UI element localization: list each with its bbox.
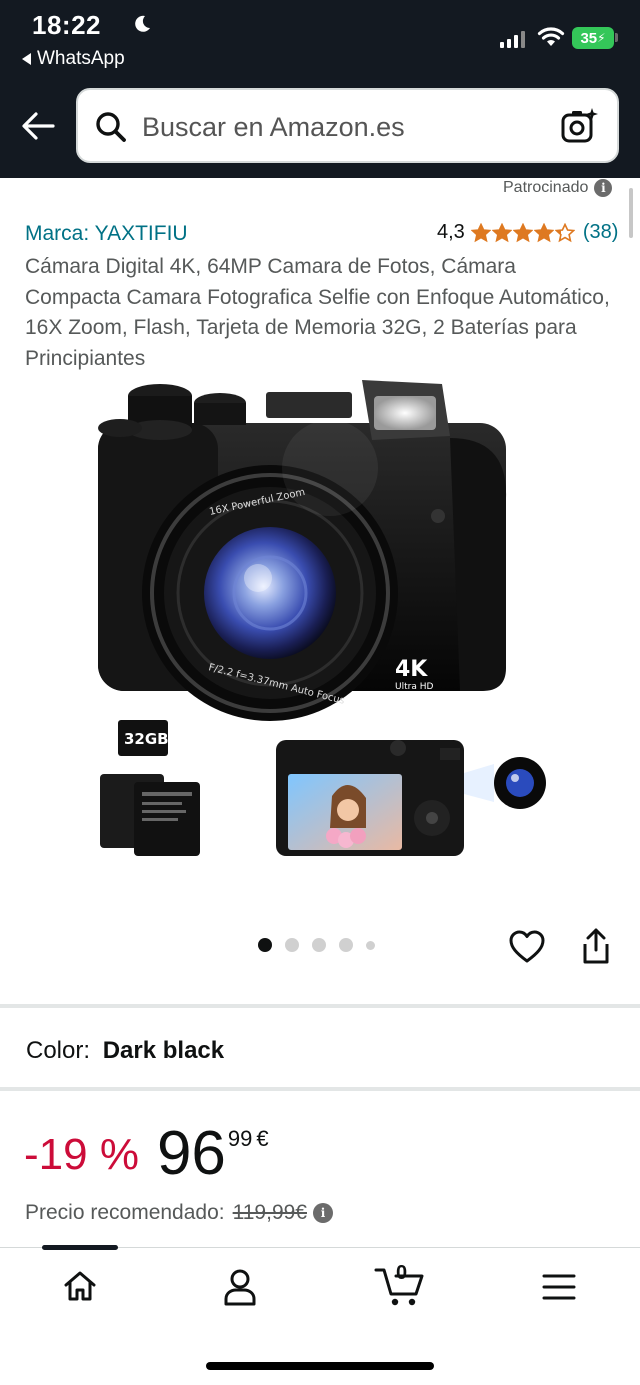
price-block: -19 % 96 99 € [24,1118,269,1189]
cellular-signal-icon [500,30,525,48]
carousel-dot[interactable] [258,938,272,952]
brand-link[interactable]: Marca: YAXTIFIU [25,222,188,246]
info-icon[interactable]: i [594,179,613,197]
back-app-label: WhatsApp [37,48,125,69]
color-selection[interactable]: Color: Dark black [26,1037,224,1065]
rrp-value: 119,99€ [232,1201,307,1224]
share-icon[interactable] [578,926,614,966]
star-icon [512,222,533,242]
moon-icon [135,15,150,32]
rating-summary[interactable]: 4,3 (38) [437,221,618,244]
star-icon [533,222,554,242]
discount-percent: -19 % [24,1130,139,1179]
account-icon[interactable] [222,1268,258,1306]
carousel-dot[interactable] [285,938,299,952]
star-icon [491,222,512,242]
nav-active-indicator [42,1245,118,1250]
badge-4k-text: 4K [395,657,428,682]
cart-count: 0 [396,1262,408,1284]
carousel-dot[interactable] [366,940,375,950]
home-icon[interactable] [62,1268,98,1304]
scrollbar [629,188,633,238]
section-divider [0,1004,640,1008]
wifi-icon [537,27,565,46]
camera-front: 16X Powerful Zoom F/2.2 f=3.37mm Auto Fo… [98,380,507,721]
carousel-dot[interactable] [312,938,326,952]
home-indicator [206,1362,434,1370]
sponsored-label[interactable]: Patrocinado i [503,179,613,197]
info-icon[interactable]: i [312,1203,333,1223]
price-currency: € [256,1126,269,1151]
search-input[interactable]: Buscar en Amazon.es [142,112,405,143]
sd-card: 32GB [118,720,169,756]
price-fraction: 99 [227,1126,253,1151]
top-header: 18:22 WhatsApp 35 ⚡ Buscar en Amazon.es [0,0,640,178]
star-icon [554,222,575,242]
carousel-dot[interactable] [339,938,353,952]
recommended-price: Precio recomendado: 119,99€ i [25,1201,333,1225]
rrp-label: Precio recomendado: [25,1201,225,1224]
star-icon [470,222,491,242]
section-divider [0,1087,640,1091]
star-rating [470,222,575,243]
back-to-app-link[interactable]: WhatsApp [22,48,125,70]
battery-indicator: 35 ⚡ [572,27,614,49]
cart-button[interactable]: 0 [374,1262,426,1308]
rating-value: 4,3 [437,221,465,243]
status-time: 18:22 [32,10,101,40]
badge-uhd-text: Ultra HD [395,682,433,692]
image-carousel-dots[interactable] [258,938,375,952]
product-title: Cámara Digital 4K, 64MP Camara de Fotos,… [25,255,610,370]
product-image[interactable]: 16X Powerful Zoom F/2.2 f=3.37mm Auto Fo… [90,378,560,878]
camera-back [276,740,546,856]
search-icon [96,112,126,142]
battery-tip [615,33,618,42]
color-label: Color: [26,1037,91,1064]
back-arrow-icon[interactable] [20,108,56,144]
heart-icon[interactable] [508,928,546,966]
menu-icon[interactable] [542,1272,576,1302]
camera-lens-icon[interactable] [559,106,599,146]
price-whole: 96 [156,1119,226,1188]
back-triangle-icon [22,53,31,65]
rating-count[interactable]: (38) [583,221,619,244]
sd-card-text: 32GB [124,730,169,748]
search-bar[interactable]: Buscar en Amazon.es [76,88,619,163]
color-value: Dark black [102,1037,225,1064]
batteries [100,774,200,856]
